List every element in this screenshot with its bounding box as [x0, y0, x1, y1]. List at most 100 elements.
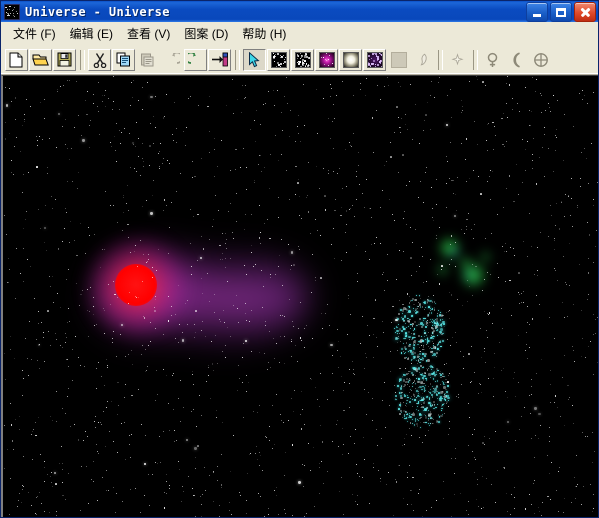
cut-button[interactable]	[88, 48, 111, 71]
window-title: Universe - Universe	[25, 4, 170, 19]
cluster-star	[415, 366, 418, 368]
cluster-star	[398, 381, 400, 383]
bright-galaxy-icon	[342, 51, 359, 68]
cluster-star	[424, 384, 426, 387]
cyan-cluster-lower[interactable]	[3, 76, 598, 517]
undo-button[interactable]	[160, 49, 183, 71]
arrow-into-box-icon	[211, 52, 228, 67]
comet-icon	[420, 53, 427, 66]
cluster-star	[416, 424, 419, 427]
magenta-nebula-icon	[318, 51, 335, 68]
cluster-star	[424, 408, 427, 411]
save-button[interactable]	[53, 48, 76, 71]
pointer-arrow-icon	[249, 51, 260, 67]
cluster-star	[427, 419, 429, 421]
cluster-star	[413, 379, 415, 381]
venus-button[interactable]	[481, 49, 504, 71]
menu-bar: 文件 (F) 编辑 (E) 查看 (V) 图案 (D) 帮助 (H)	[1, 22, 598, 45]
universe-canvas[interactable]	[3, 76, 598, 517]
cluster-star	[404, 410, 406, 412]
cluster-star	[437, 392, 440, 394]
cluster-star	[435, 406, 437, 408]
cluster-star	[432, 379, 434, 381]
scissors-icon	[93, 52, 106, 68]
comet-tool-button[interactable]	[411, 49, 434, 71]
cluster-star	[415, 399, 417, 401]
cluster-star	[430, 368, 432, 370]
cluster-star	[399, 413, 401, 415]
menu-view[interactable]: 查看 (V)	[120, 22, 177, 45]
cluster-star	[434, 381, 436, 383]
canvas-viewport[interactable]	[1, 75, 598, 517]
cluster-star	[423, 402, 425, 405]
cluster-star	[407, 421, 409, 423]
cluster-star	[425, 390, 427, 392]
cluster-star	[440, 377, 442, 379]
cluster-star	[399, 387, 403, 390]
cluster-star	[402, 401, 404, 403]
new-button[interactable]	[5, 48, 28, 71]
cluster-star	[429, 422, 431, 424]
purple-field-tool-button[interactable]	[363, 48, 386, 71]
blank-tile-icon	[390, 51, 407, 68]
sparkle-star-icon	[451, 53, 464, 66]
cluster-star	[405, 406, 407, 408]
cluster-star	[441, 405, 444, 407]
cluster-star	[446, 391, 449, 393]
menu-edit[interactable]: 编辑 (E)	[63, 22, 120, 45]
cluster-star	[436, 367, 438, 370]
paste-button[interactable]	[136, 49, 159, 71]
cluster-star	[412, 386, 414, 388]
cluster-star	[428, 414, 431, 417]
starfield-tool-button[interactable]	[267, 48, 290, 71]
cluster-star	[397, 407, 400, 410]
export-button[interactable]	[208, 48, 231, 71]
floppy-disk-icon	[57, 52, 72, 67]
menu-pattern[interactable]: 图案 (D)	[177, 22, 235, 45]
earth-globe-icon	[533, 52, 548, 67]
cluster-star	[419, 426, 421, 428]
cluster-star	[406, 400, 408, 402]
menu-help[interactable]: 帮助 (H)	[235, 22, 293, 45]
copy-button[interactable]	[112, 48, 135, 71]
cluster-star	[448, 400, 450, 402]
cluster-star	[416, 418, 419, 420]
galaxy-tool-button[interactable]	[339, 48, 362, 71]
cluster-star	[415, 397, 417, 399]
cluster-star	[431, 386, 433, 388]
title-bar: Universe - Universe	[1, 1, 598, 22]
minimize-button[interactable]	[526, 2, 548, 22]
redo-button[interactable]	[184, 48, 207, 71]
earth-button[interactable]	[529, 49, 552, 71]
nebula-tool-button[interactable]	[315, 48, 338, 71]
cluster-star	[405, 372, 408, 375]
cluster-star	[432, 418, 434, 420]
select-tool-button[interactable]	[243, 48, 266, 71]
cluster-star	[422, 379, 424, 381]
cluster-star	[422, 392, 424, 394]
universe-icon	[4, 3, 20, 20]
cluster-star	[416, 406, 418, 408]
cluster-star	[436, 373, 438, 375]
sparkle-tool-button[interactable]	[446, 49, 469, 71]
cluster-star	[410, 396, 412, 398]
cluster-star	[399, 406, 401, 408]
blank-tool-button[interactable]	[387, 49, 410, 71]
cluster-star	[420, 403, 422, 405]
cluster-star	[440, 414, 443, 418]
maximize-button[interactable]	[550, 2, 572, 22]
cluster-star	[425, 378, 427, 380]
cluster-star	[406, 383, 408, 385]
cluster-star	[430, 405, 432, 407]
moon-button[interactable]	[505, 49, 528, 71]
cluster-star	[408, 372, 410, 374]
cluster-star	[412, 405, 414, 407]
window-controls	[526, 2, 596, 22]
star-cluster-tool-button[interactable]	[291, 48, 314, 71]
close-button[interactable]	[574, 2, 596, 22]
cluster-star	[406, 378, 408, 380]
open-button[interactable]	[29, 48, 52, 71]
menu-file[interactable]: 文件 (F)	[6, 22, 63, 45]
undo-arrow-icon	[171, 52, 180, 64]
cluster-star	[401, 412, 403, 414]
